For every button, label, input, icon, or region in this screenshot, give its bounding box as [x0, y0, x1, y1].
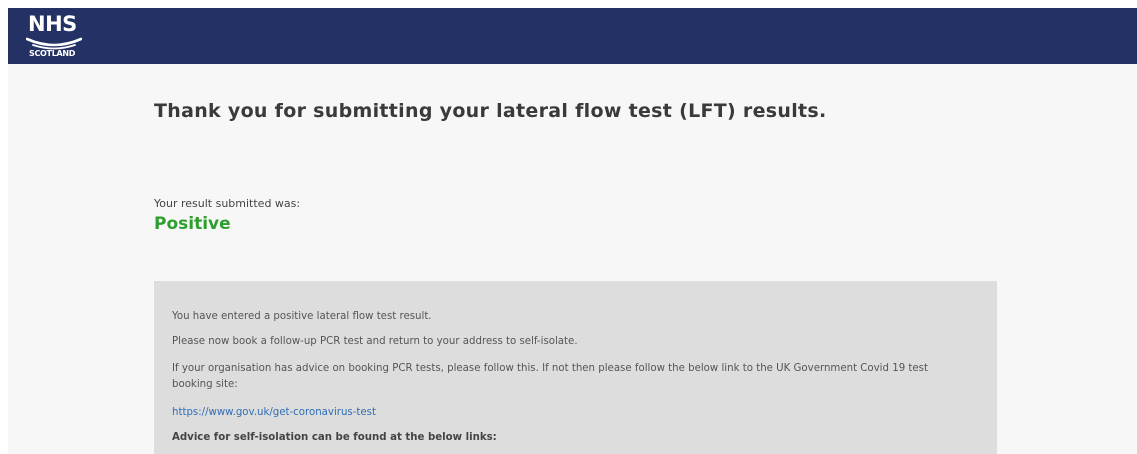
page-title: Thank you for submitting your lateral fl… — [154, 100, 827, 122]
result-label: Your result submitted was: — [154, 197, 301, 210]
logo-nhs-text: NHS — [28, 12, 77, 36]
logo-scotland-text: SCOTLAND — [29, 49, 76, 58]
page: NHS SCOTLAND Thank you for submitting yo… — [0, 0, 1137, 454]
nhs-scotland-logo[interactable]: NHS SCOTLAND — [26, 12, 86, 60]
info-positive-result-text: You have entered a positive lateral flow… — [172, 311, 432, 322]
header-bar: NHS SCOTLAND — [8, 8, 1137, 64]
self-isolation-advice-heading: Advice for self-isolation can be found a… — [172, 432, 497, 443]
info-book-pcr-text: Please now book a follow-up PCR test and… — [172, 336, 578, 347]
swoosh-icon — [26, 37, 82, 50]
result-value: Positive — [154, 214, 231, 234]
info-panel: You have entered a positive lateral flow… — [154, 281, 997, 454]
info-organisation-advice-text: If your organisation has advice on booki… — [172, 363, 928, 390]
booking-site-link[interactable]: https://www.gov.uk/get-coronavirus-test — [172, 407, 376, 418]
